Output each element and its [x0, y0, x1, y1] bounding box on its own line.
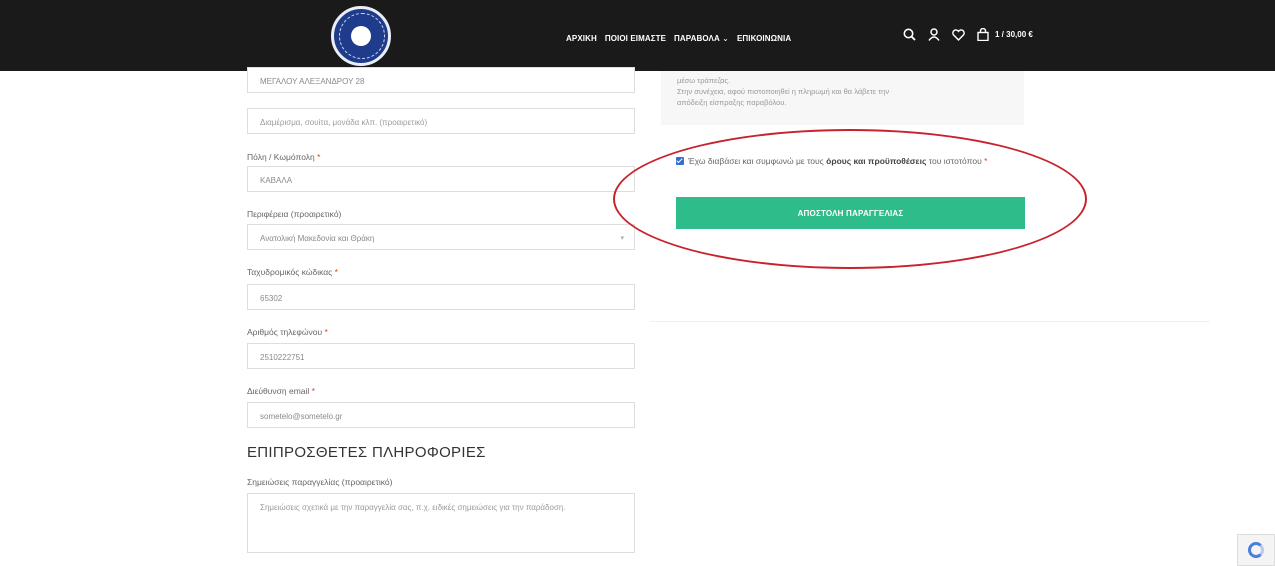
nav-item-contact[interactable]: ΕΠΙΚΟΙΝΩΝΙΑ — [737, 34, 791, 43]
nav-item-about[interactable]: ΠΟΙΟΙ ΕΙΜΑΣΤΕ — [605, 34, 666, 43]
logo-ball-icon — [351, 26, 371, 46]
heart-icon[interactable] — [952, 28, 965, 41]
payment-line: απόδειξη είσπραξης παραβόλου. — [677, 98, 787, 107]
payment-line: μέσω τράπεζας. — [677, 76, 731, 85]
city-label-text: Πόλη / Κωμόπολη — [247, 152, 315, 162]
bag-icon[interactable] — [977, 28, 989, 41]
street-address-2-input[interactable]: Διαμέρισμα, σουίτα, μονάδα κλπ. (προαιρε… — [247, 108, 635, 134]
site-header: ΑΡΧΙΚΗ ΠΟΙΟΙ ΕΙΜΑΣΤΕ ΠΑΡΑΒΟΛΑ ⌄ ΕΠΙΚΟΙΝΩ… — [0, 0, 1275, 71]
postcode-input[interactable]: 65302 — [247, 284, 635, 310]
order-notes-textarea[interactable]: Σημειώσεις σχετικά με την παραγγελία σας… — [247, 493, 635, 553]
chevron-down-icon: ▾ — [620, 235, 624, 242]
club-logo[interactable] — [331, 6, 391, 66]
nav-item-fees-label: ΠΑΡΑΒΟΛΑ — [674, 34, 720, 43]
payment-line: Στην συνέχεια, αφού πιστοποιηθεί η πληρω… — [677, 87, 890, 96]
email-input[interactable]: sometelo@sometelo.gr — [247, 402, 635, 428]
nav-item-home[interactable]: ΑΡΧΙΚΗ — [566, 34, 597, 43]
city-input[interactable]: ΚΑΒΑΛΑ — [247, 166, 635, 192]
header-icons: 1 / 30,00 € — [903, 28, 1033, 41]
cart-total[interactable]: 1 / 30,00 € — [995, 30, 1033, 39]
region-label: Περιφέρεια (προαιρετικό) — [247, 209, 342, 219]
city-label: Πόλη / Κωμόπολη * — [247, 152, 320, 162]
recaptcha-icon — [1248, 542, 1264, 558]
user-icon[interactable] — [928, 28, 940, 41]
recaptcha-badge[interactable] — [1237, 534, 1275, 566]
order-notes-label: Σημειώσεις παραγγελίας (προαιρετικό) — [247, 477, 393, 487]
postcode-label-text: Ταχυδρομικός κώδικας — [247, 267, 333, 277]
chevron-down-icon: ⌄ — [722, 34, 729, 43]
email-label-text: Διεύθυνση email — [247, 386, 310, 396]
phone-label: Αριθμός τηλεφώνου * — [247, 327, 328, 337]
street-address-input[interactable]: ΜΕΓΑΛΟΥ ΑΛΕΞΑΝΔΡΟΥ 28 — [247, 67, 635, 93]
payment-description: μέσω τράπεζας. Στην συνέχεια, αφού πιστο… — [661, 71, 1024, 125]
additional-info-title: ΕΠΙΠΡΟΣΘΕΤΕΣ ΠΛΗΡΟΦΟΡΙΕΣ — [247, 444, 486, 461]
required-mark: * — [311, 386, 315, 396]
search-icon[interactable] — [903, 28, 916, 41]
divider — [650, 321, 1210, 322]
region-select[interactable]: Ανατολική Μακεδονία και Θράκη ▾ — [247, 224, 635, 250]
postcode-label: Ταχυδρομικός κώδικας * — [247, 267, 338, 277]
phone-input[interactable]: 2510222751 — [247, 343, 635, 369]
required-mark: * — [334, 267, 338, 277]
annotation-ellipse — [613, 129, 1087, 269]
main-nav: ΑΡΧΙΚΗ ΠΟΙΟΙ ΕΙΜΑΣΤΕ ΠΑΡΑΒΟΛΑ ⌄ ΕΠΙΚΟΙΝΩ… — [566, 34, 791, 43]
email-label: Διεύθυνση email * — [247, 386, 315, 396]
region-select-value: Ανατολική Μακεδονία και Θράκη — [260, 234, 375, 243]
required-mark: * — [324, 327, 328, 337]
nav-item-fees[interactable]: ΠΑΡΑΒΟΛΑ ⌄ — [674, 34, 729, 43]
required-mark: * — [317, 152, 321, 162]
phone-label-text: Αριθμός τηλεφώνου — [247, 327, 323, 337]
